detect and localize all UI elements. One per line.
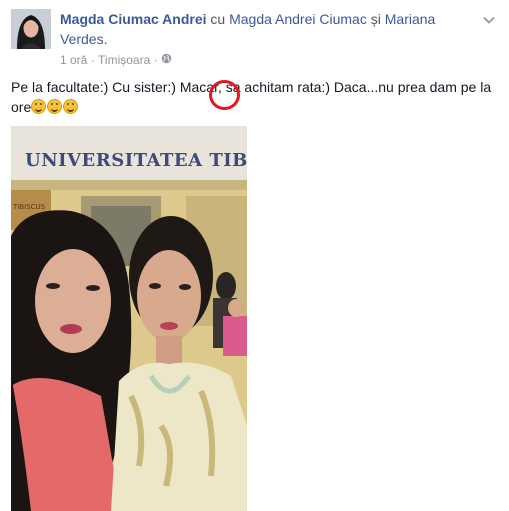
- location-link[interactable]: Timișoara: [98, 52, 150, 68]
- and-word: și: [370, 11, 381, 27]
- post-header: Magda Ciumac Andrei cu Magda Andrei Cium…: [60, 9, 470, 49]
- feed-post: Magda Ciumac Andrei cu Magda Andrei Cium…: [0, 0, 509, 511]
- post-message: Pe la facultate:) Cu sister:) Macar, sa …: [11, 79, 492, 115]
- laughing-emoji-icon: [47, 99, 63, 114]
- university-sign-text: UNIVERSITATEA TIBISCUS: [25, 150, 247, 171]
- author-avatar[interactable]: [11, 9, 51, 49]
- post-photo[interactable]: UNIVERSITATEA TIBISCUS TIBISCUS: [11, 126, 247, 511]
- timestamp-link[interactable]: 1 oră: [60, 52, 87, 68]
- post-text: Pe la facultate:) Cu sister:) Macar, sa …: [11, 77, 496, 117]
- post-meta: 1 oră · Timișoara ·: [60, 51, 172, 68]
- with-word: cu: [210, 11, 226, 27]
- globe-icon[interactable]: [161, 52, 172, 68]
- laughing-emoji-icon: [31, 99, 47, 114]
- laughing-emoji-icon: [63, 99, 79, 114]
- end-punctuation: .: [103, 31, 108, 47]
- small-sign-text: TIBISCUS: [12, 203, 46, 211]
- meta-separator: ·: [90, 52, 95, 67]
- meta-separator: ·: [153, 52, 158, 67]
- tagged-user-link-1[interactable]: Magda Andrei Ciumac: [229, 11, 367, 27]
- chevron-down-icon[interactable]: [481, 12, 497, 28]
- author-name-link[interactable]: Magda Ciumac Andrei: [60, 11, 207, 27]
